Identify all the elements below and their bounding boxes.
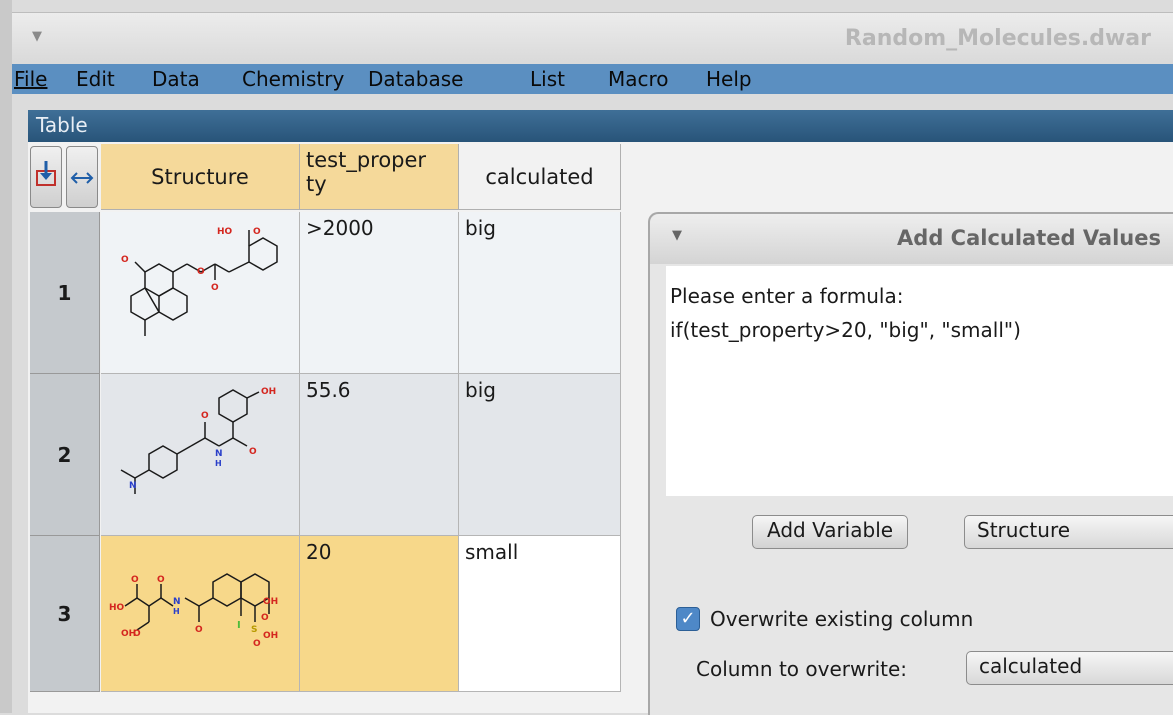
- svg-text:H: H: [215, 459, 222, 468]
- row-number-2[interactable]: 2: [30, 374, 100, 536]
- variable-select[interactable]: Structure: [964, 515, 1173, 549]
- cell-value: small: [465, 540, 519, 564]
- svg-text:S: S: [251, 625, 257, 635]
- menubar: File Edit Data Chemistry Database List M…: [12, 64, 1173, 94]
- button-label: Add Variable: [767, 518, 894, 542]
- export-icon: [36, 161, 56, 186]
- dialog-titlebar[interactable]: ▼ Add Calculated Values: [650, 214, 1173, 264]
- calculated-cell-1[interactable]: big: [459, 212, 621, 374]
- svg-text:H: H: [173, 607, 180, 616]
- svg-text:O: O: [201, 411, 209, 421]
- window-menu-icon[interactable]: ▼: [32, 29, 42, 44]
- cell-value: big: [465, 378, 496, 402]
- test-property-cell-1[interactable]: >2000: [300, 212, 459, 374]
- row-number-label: 1: [57, 281, 72, 305]
- menu-edit[interactable]: Edit: [76, 67, 115, 91]
- resize-columns-button[interactable]: [66, 146, 98, 208]
- formula-text[interactable]: if(test_property>20, "big", "small"): [670, 318, 1021, 342]
- checkmark-icon: ✓: [680, 608, 696, 629]
- molecule-drawing: O O HO N H O OH O OH O S OH O I: [109, 573, 278, 649]
- column-header-structure[interactable]: Structure: [101, 144, 300, 210]
- svg-text:O: O: [197, 267, 205, 277]
- menu-chemistry[interactable]: Chemistry: [242, 67, 344, 91]
- svg-text:N: N: [173, 597, 181, 607]
- row-number-1[interactable]: 1: [30, 212, 100, 374]
- molecule-drawing: HO O O O O: [121, 227, 278, 336]
- table-panel-title: Table: [36, 113, 88, 137]
- column-header-label-line1: test_proper: [306, 148, 427, 172]
- svg-text:OH: OH: [263, 631, 278, 641]
- column-to-overwrite-label: Column to overwrite:: [696, 657, 908, 681]
- column-header-label: Structure: [151, 165, 249, 189]
- menu-data[interactable]: Data: [152, 67, 200, 91]
- window-frame-edge: [0, 0, 12, 713]
- column-header-label: calculated: [485, 165, 594, 189]
- svg-text:N: N: [129, 481, 137, 491]
- horizontal-arrows-icon: [70, 172, 94, 184]
- select-value: calculated: [979, 654, 1083, 678]
- svg-text:O: O: [195, 625, 203, 635]
- column-header-label-line2: ty: [306, 172, 327, 196]
- column-to-overwrite-select[interactable]: calculated: [966, 651, 1173, 685]
- column-header-test-property[interactable]: test_proper ty: [300, 144, 459, 210]
- test-property-cell-2[interactable]: 55.6: [300, 374, 459, 536]
- cell-value: 20: [306, 540, 332, 564]
- svg-text:O: O: [157, 575, 165, 585]
- svg-text:O: O: [121, 255, 129, 265]
- overwrite-checkbox[interactable]: ✓: [676, 607, 700, 631]
- svg-text:O: O: [133, 629, 141, 639]
- svg-text:HO: HO: [109, 603, 125, 613]
- menu-database[interactable]: Database: [368, 67, 463, 91]
- structure-cell-2[interactable]: OH O N H O N: [101, 374, 300, 536]
- svg-text:N: N: [215, 449, 223, 459]
- export-column-button[interactable]: [30, 146, 62, 208]
- row-number-3[interactable]: 3: [30, 536, 100, 692]
- window-title: Random_Molecules.dwar: [844, 26, 1151, 51]
- dialog-menu-icon[interactable]: ▼: [672, 228, 682, 243]
- formula-prompt: Please enter a formula:: [670, 284, 904, 308]
- calculated-cell-3[interactable]: small: [459, 536, 621, 692]
- svg-text:O: O: [249, 447, 257, 457]
- structure-cell-1[interactable]: HO O O O O: [101, 212, 300, 374]
- select-value: Structure: [977, 518, 1071, 542]
- structure-cell-3[interactable]: O O HO N H O OH O OH O S OH O I: [101, 536, 300, 692]
- svg-text:OH: OH: [261, 387, 276, 397]
- formula-textarea[interactable]: Please enter a formula: if(test_property…: [666, 266, 1173, 496]
- menu-file[interactable]: File: [14, 67, 47, 91]
- svg-text:O: O: [253, 227, 261, 237]
- svg-text:O: O: [261, 613, 269, 623]
- add-variable-button[interactable]: Add Variable: [752, 515, 909, 549]
- svg-text:OH: OH: [263, 597, 278, 607]
- overwrite-label: Overwrite existing column: [710, 607, 974, 631]
- test-property-cell-3[interactable]: 20: [300, 536, 459, 692]
- add-calculated-values-dialog: ▼ Add Calculated Values Please enter a f…: [648, 212, 1173, 715]
- svg-text:HO: HO: [217, 227, 233, 237]
- column-header-calculated[interactable]: calculated: [459, 144, 621, 210]
- menu-help[interactable]: Help: [706, 67, 752, 91]
- cell-value: 55.6: [306, 378, 351, 402]
- menu-list[interactable]: List: [530, 67, 565, 91]
- cell-value: big: [465, 216, 496, 240]
- row-number-label: 3: [57, 602, 72, 626]
- svg-text:O: O: [131, 575, 139, 585]
- dialog-title: Add Calculated Values: [897, 226, 1161, 250]
- row-number-label: 2: [57, 443, 72, 467]
- window-titlebar[interactable]: ▼ Random_Molecules.dwar: [12, 12, 1173, 65]
- svg-text:I: I: [237, 620, 241, 631]
- molecule-drawing: OH O N H O N: [120, 387, 276, 494]
- menu-macro[interactable]: Macro: [608, 67, 669, 91]
- svg-text:O: O: [253, 639, 261, 649]
- calculated-cell-2[interactable]: big: [459, 374, 621, 536]
- table-panel-header: Table: [28, 110, 1173, 142]
- cell-value: >2000: [306, 216, 374, 240]
- svg-text:O: O: [211, 283, 219, 293]
